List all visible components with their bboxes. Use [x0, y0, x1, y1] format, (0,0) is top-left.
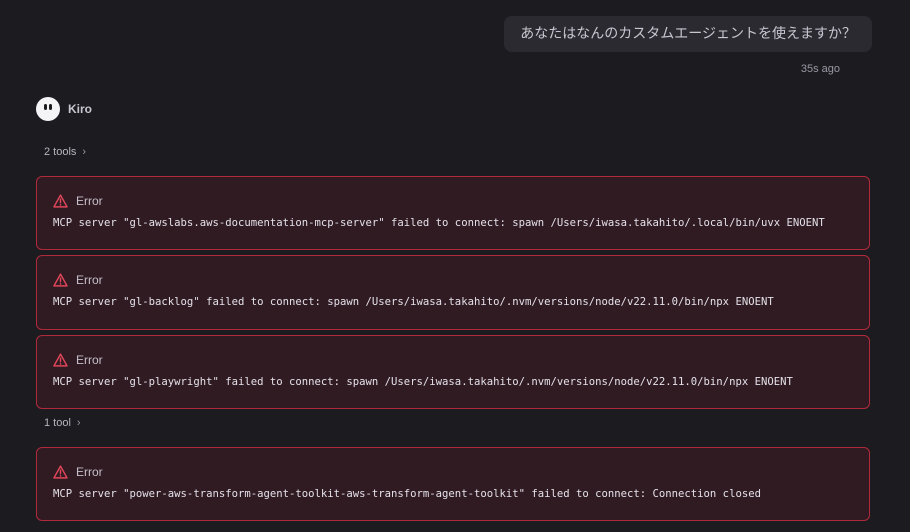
user-message-bubble: あなたはなんのカスタムエージェントを使えますか？ [504, 16, 872, 52]
tools-toggle-label: 2 tools [44, 146, 77, 158]
error-card: Error MCP server "gl-playwright" failed … [36, 335, 870, 409]
tools-toggle[interactable]: 1 tool › [44, 417, 81, 429]
tools-toggle[interactable]: 2 tools › [44, 146, 86, 158]
error-title: Error [76, 273, 103, 287]
chevron-right-icon: › [76, 417, 81, 429]
agent-header: Kiro [36, 97, 92, 121]
error-header: Error [53, 465, 103, 479]
agent-name: Kiro [68, 102, 92, 116]
warning-triangle-icon [53, 353, 68, 367]
warning-triangle-icon [53, 194, 68, 208]
error-title: Error [76, 353, 103, 367]
error-header: Error [53, 353, 103, 367]
chevron-right-icon: › [82, 146, 87, 158]
error-card: Error MCP server "gl-awslabs.aws-documen… [36, 176, 870, 250]
warning-triangle-icon [53, 465, 68, 479]
error-header: Error [53, 273, 103, 287]
error-card: Error MCP server "power-aws-transform-ag… [36, 447, 870, 521]
error-message: MCP server "power-aws-transform-agent-to… [53, 488, 761, 500]
message-timestamp: 35s ago [800, 63, 840, 75]
error-message: MCP server "gl-playwright" failed to con… [53, 376, 793, 388]
error-title: Error [76, 465, 103, 479]
error-message: MCP server "gl-awslabs.aws-documentation… [53, 217, 825, 229]
kiro-ghost-icon [36, 97, 60, 121]
tools-toggle-label: 1 tool [44, 417, 71, 429]
user-message-text: あなたはなんのカスタムエージェントを使えますか？ [520, 26, 856, 42]
error-message: MCP server "gl-backlog" failed to connec… [53, 296, 774, 308]
error-header: Error [53, 194, 103, 208]
warning-triangle-icon [53, 273, 68, 287]
error-title: Error [76, 194, 103, 208]
error-card: Error MCP server "gl-backlog" failed to … [36, 255, 870, 330]
